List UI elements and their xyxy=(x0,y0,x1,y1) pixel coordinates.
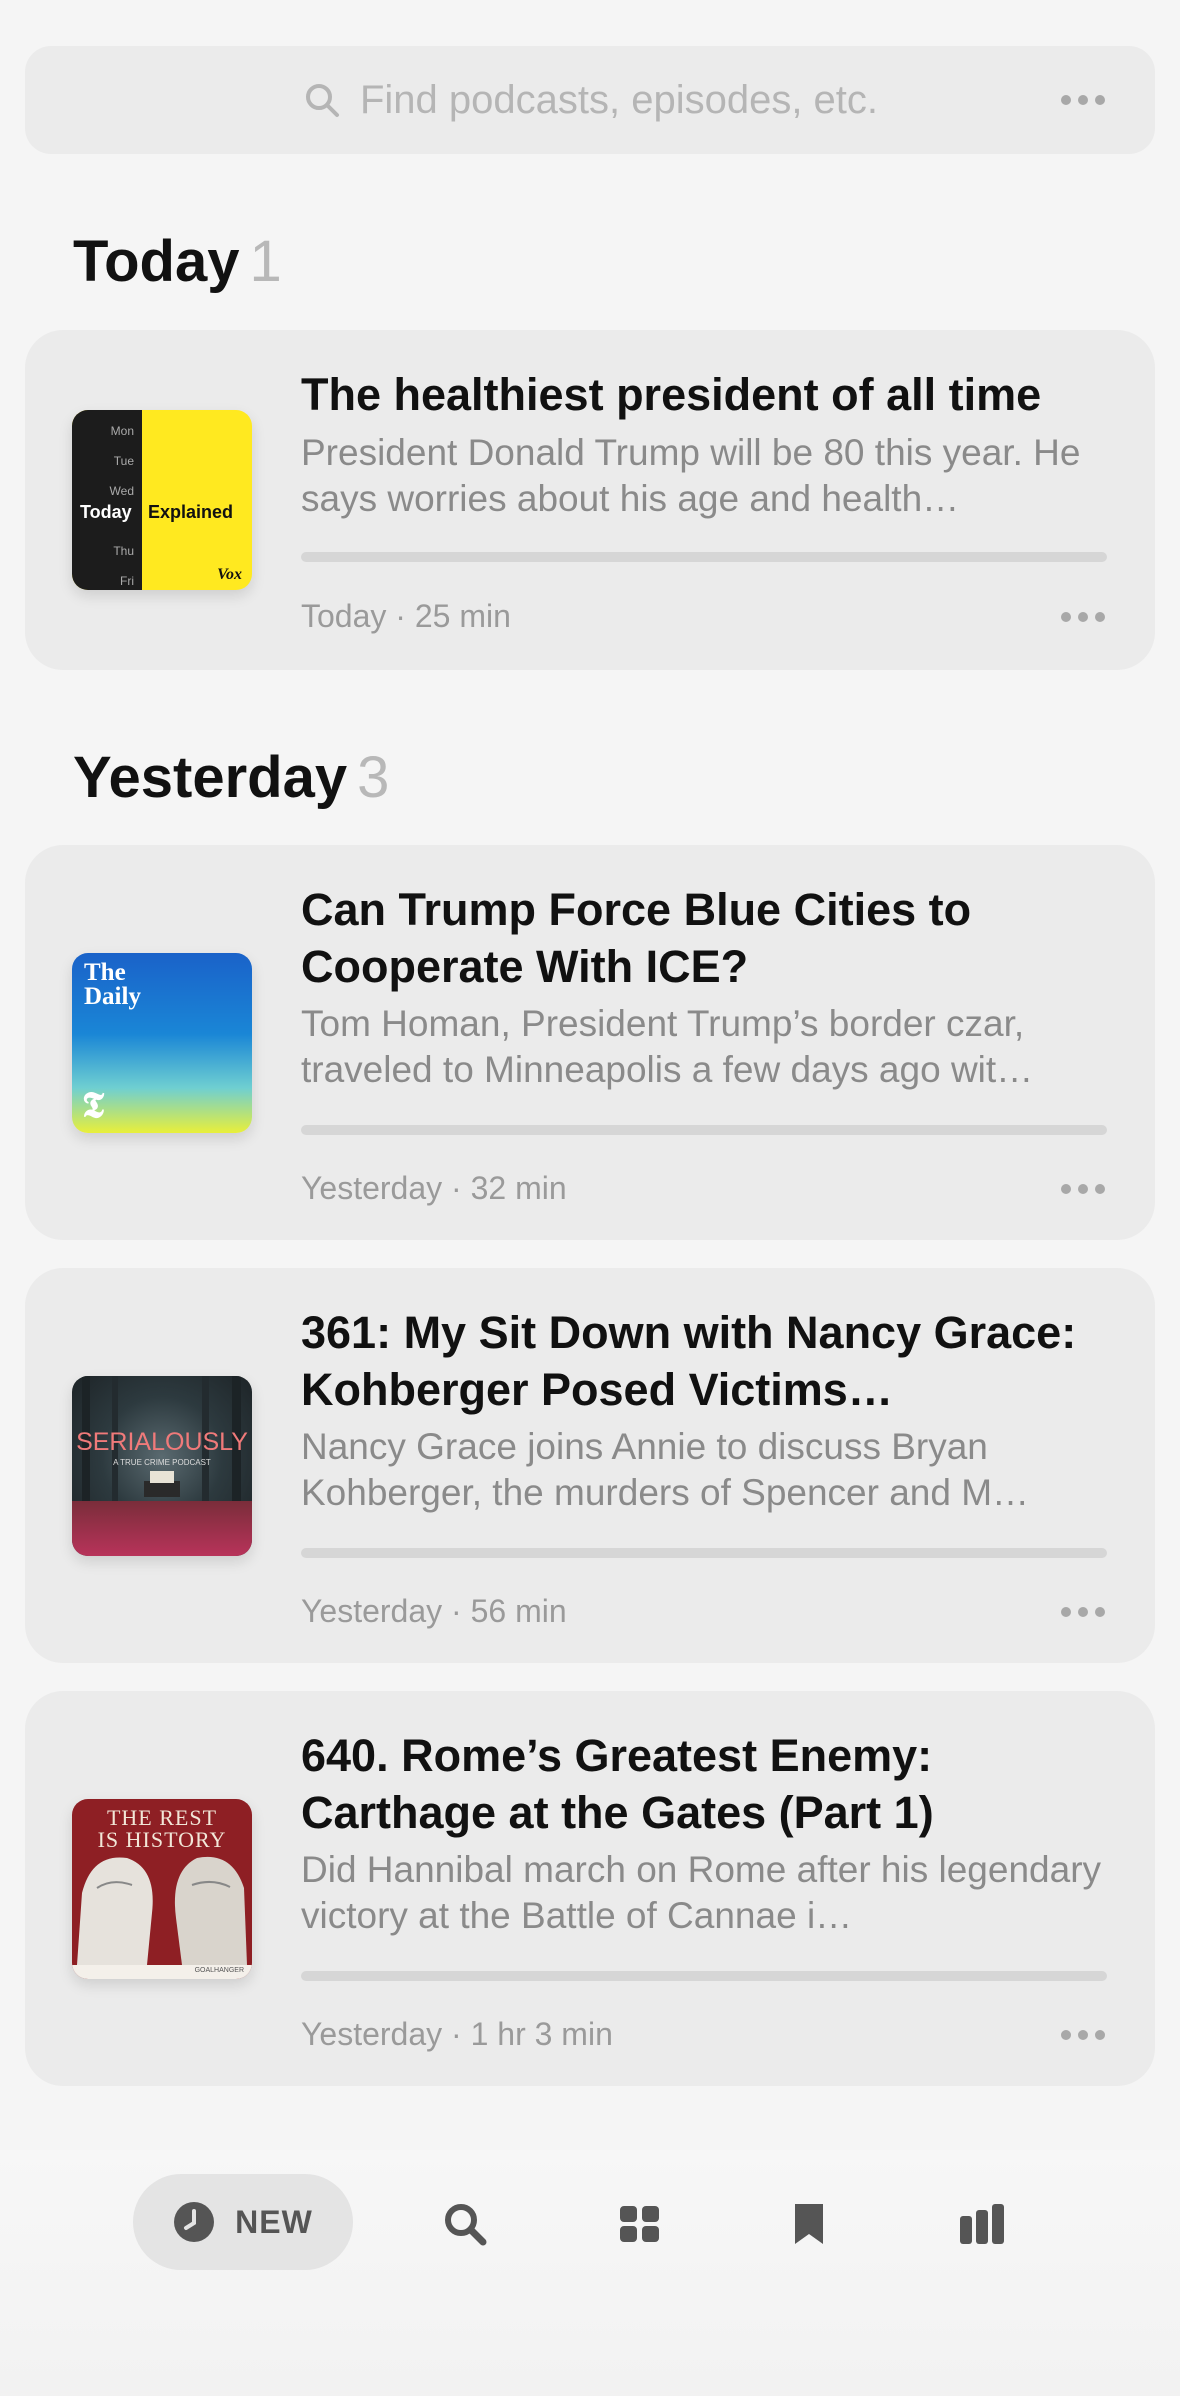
episode-description: President Donald Trump will be 80 this y… xyxy=(301,432,1081,519)
ellipsis-icon xyxy=(1061,2028,1105,2042)
podcast-artwork-serialously: SERIALOUSLY A TRUE CRIME PODCAST xyxy=(72,1376,252,1556)
episode-meta: Yesterday · 56 min xyxy=(301,1593,567,1629)
episode-description: Did Hannibal march on Rome after his leg… xyxy=(301,1849,1102,1936)
episode-meta: Yesterday · 1 hr 3 min xyxy=(301,2016,613,2052)
episode-description: Tom Homan, President Trump’s border czar… xyxy=(301,1003,1034,1090)
section-title-today: Today 1 xyxy=(73,228,282,295)
ellipsis-icon xyxy=(1061,1605,1105,1619)
episode-more-button[interactable] xyxy=(1061,2028,1105,2042)
episode-more-button[interactable] xyxy=(1061,1182,1105,1196)
section-count: 1 xyxy=(249,229,282,294)
episode-progress-bar xyxy=(301,1971,1107,1981)
episode-progress-bar xyxy=(301,552,1107,562)
ellipsis-icon xyxy=(1061,610,1105,624)
episode-card[interactable]: THE REST IS HISTORY GOALHANGER 640. Rome’… xyxy=(25,1691,1155,2086)
episode-card[interactable]: SERIALOUSLY A TRUE CRIME PODCAST 361: My… xyxy=(25,1268,1155,1663)
episode-title: 640. Rome’s Greatest Enemy: Carthage at … xyxy=(301,1730,934,1838)
ellipsis-icon xyxy=(1061,93,1105,107)
search-bar[interactable]: Find podcasts, episodes, etc. xyxy=(25,46,1155,154)
section-title-label: Yesterday xyxy=(73,745,348,810)
tab-new[interactable]: NEW xyxy=(133,2174,353,2270)
podcast-artwork-the-rest-is-history: THE REST IS HISTORY GOALHANGER xyxy=(72,1799,252,1979)
more-options-button[interactable] xyxy=(1061,93,1105,107)
library-tab-icon[interactable] xyxy=(960,2202,1004,2246)
ellipsis-icon xyxy=(1061,1182,1105,1196)
episode-progress-bar xyxy=(301,1548,1107,1558)
episode-title: 361: My Sit Down with Nancy Grace: Kohbe… xyxy=(301,1307,1077,1415)
episode-card[interactable]: Mon Tue Wed Thu Fri Today Explained Vox … xyxy=(25,330,1155,670)
clock-icon xyxy=(174,2202,215,2242)
section-count: 3 xyxy=(357,745,390,810)
grid-tab-icon[interactable] xyxy=(618,2202,662,2246)
section-title-label: Today xyxy=(73,229,240,294)
episode-more-button[interactable] xyxy=(1061,1605,1105,1619)
episode-meta: Today · 25 min xyxy=(301,598,511,634)
tab-new-label: NEW xyxy=(235,2203,313,2240)
episode-progress-bar xyxy=(301,1125,1107,1135)
tab-bar: NEW xyxy=(0,2150,1180,2396)
nyt-logo-icon: 𝕿 xyxy=(82,1085,105,1125)
episode-card[interactable]: The Daily 𝕿 Can Trump Force Blue Cities t… xyxy=(25,845,1155,1240)
section-title-yesterday: Yesterday 3 xyxy=(73,744,389,811)
podcast-artwork-the-daily: The Daily 𝕿 xyxy=(72,953,252,1133)
search-placeholder: Find podcasts, episodes, etc. xyxy=(359,77,879,122)
bookmark-tab-icon[interactable] xyxy=(787,2202,831,2246)
episode-title: The healthiest president of all time xyxy=(301,369,1042,420)
podcast-artwork-today-explained: Mon Tue Wed Thu Fri Today Explained Vox xyxy=(72,410,252,590)
episode-title: Can Trump Force Blue Cities to Cooperate… xyxy=(301,884,972,992)
search-icon xyxy=(305,84,339,117)
episode-description: Nancy Grace joins Annie to discuss Bryan… xyxy=(301,1426,1030,1513)
episode-more-button[interactable] xyxy=(1061,610,1105,624)
episode-meta: Yesterday · 32 min xyxy=(301,1170,567,1206)
search-tab-icon[interactable] xyxy=(443,2202,487,2246)
